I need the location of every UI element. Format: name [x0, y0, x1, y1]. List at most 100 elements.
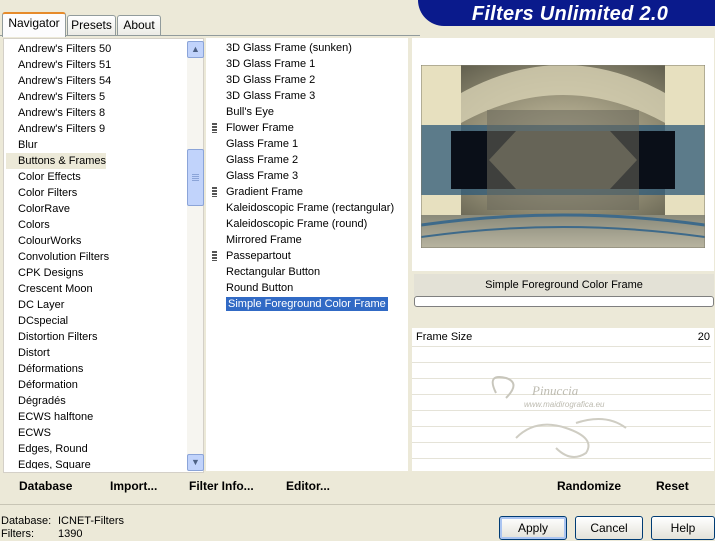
category-item[interactable]: Distort	[6, 345, 50, 361]
category-item[interactable]: CPK Designs	[6, 265, 83, 281]
category-scrollbar[interactable]: ▲ ▼	[187, 41, 204, 471]
category-item[interactable]: Colors	[6, 217, 50, 233]
category-item[interactable]: Edges, Round	[6, 441, 88, 457]
filter-item-label: 3D Glass Frame 1	[226, 58, 316, 70]
filters-count-label: Filters:	[1, 528, 34, 540]
cancel-button[interactable]: Cancel	[575, 516, 643, 540]
category-item[interactable]: Blur	[6, 137, 38, 153]
filter-item[interactable]: Round Button	[206, 280, 406, 296]
filter-item-label: 3D Glass Frame 3	[226, 90, 316, 102]
randomize-button[interactable]: Randomize	[557, 479, 621, 493]
preview-image	[421, 65, 705, 248]
filter-item-label: 3D Glass Frame (sunken)	[226, 42, 352, 54]
filter-item-label: Mirrored Frame	[226, 234, 302, 246]
category-item[interactable]: Andrew's Filters 9	[6, 121, 105, 137]
watermark-url: www.maidirografica.eu	[524, 400, 605, 409]
param-separator	[412, 346, 711, 347]
progress-bar	[414, 296, 714, 307]
category-item[interactable]: Andrew's Filters 8	[6, 105, 105, 121]
category-list: Andrew's Filters 50 Andrew's Filters 51 An…	[3, 38, 204, 473]
reset-button[interactable]: Reset	[656, 479, 689, 493]
right-button-bar: Randomize Reset	[412, 479, 714, 499]
category-item[interactable]: Buttons & Frames	[6, 153, 107, 169]
parameters-panel: Frame Size 20 Pinuccia www.maidirografic…	[412, 328, 714, 471]
category-item[interactable]: Andrew's Filters 51	[6, 57, 111, 73]
filter-item-label: Bull's Eye	[226, 106, 274, 118]
filter-item[interactable]: Glass Frame 2	[206, 152, 406, 168]
filter-item[interactable]: Mirrored Frame	[206, 232, 406, 248]
category-item[interactable]: ColourWorks	[6, 233, 81, 249]
preset-grip-icon	[212, 251, 217, 261]
filter-item-label: Flower Frame	[226, 122, 294, 134]
filter-item[interactable]: Simple Foreground Color Frame	[206, 296, 406, 312]
filter-item-label: Glass Frame 2	[226, 154, 299, 166]
param-value-frame-size[interactable]: 20	[652, 329, 710, 345]
filter-info-button[interactable]: Filter Info...	[189, 479, 254, 493]
database-button[interactable]: Database	[19, 479, 72, 493]
category-item[interactable]: Color Effects	[6, 169, 81, 185]
watermark-name: Pinuccia	[532, 383, 579, 398]
preset-grip-icon	[212, 123, 217, 133]
editor-button[interactable]: Editor...	[286, 479, 330, 493]
tab-about[interactable]: About	[117, 15, 161, 35]
filter-item[interactable]: 3D Glass Frame 3	[206, 88, 406, 104]
filter-list: 3D Glass Frame (sunken) 3D Glass Frame 1 3…	[206, 38, 408, 471]
filter-item-label: 3D Glass Frame 2	[226, 74, 316, 86]
filter-item-label: Passepartout	[226, 250, 291, 262]
category-item[interactable]: Andrew's Filters 54	[6, 73, 111, 89]
database-status-label: Database:	[1, 515, 52, 527]
thumb-grip-icon	[192, 174, 199, 181]
category-item[interactable]: Dégradés	[6, 393, 66, 409]
filter-item-label: Glass Frame 1	[226, 138, 299, 150]
scroll-up-icon[interactable]: ▲	[187, 41, 204, 58]
category-item[interactable]: Andrew's Filters 50	[6, 41, 111, 57]
import-button[interactable]: Import...	[110, 479, 157, 493]
filter-item[interactable]: Rectangular Button	[206, 264, 406, 280]
scroll-thumb[interactable]	[187, 149, 204, 206]
left-button-bar: Database Import... Filter Info... Editor…	[3, 479, 408, 499]
filter-item[interactable]: Kaleidoscopic Frame (round)	[206, 216, 406, 232]
filter-item-label: Glass Frame 3	[226, 170, 299, 182]
app-title: Filters Unlimited 2.0	[471, 3, 669, 25]
scroll-down-icon[interactable]: ▼	[187, 454, 204, 471]
filter-item[interactable]: Glass Frame 1	[206, 136, 406, 152]
filter-item[interactable]: Flower Frame	[206, 120, 406, 136]
tab-navigator[interactable]: Navigator	[2, 12, 66, 37]
category-item[interactable]: Distortion Filters	[6, 329, 97, 345]
category-item[interactable]: Crescent Moon	[6, 281, 93, 297]
filter-item-label: Kaleidoscopic Frame (round)	[226, 218, 368, 230]
help-button[interactable]: Help	[651, 516, 715, 540]
filter-item[interactable]: Glass Frame 3	[206, 168, 406, 184]
preset-grip-icon	[212, 187, 217, 197]
category-items: Andrew's Filters 50 Andrew's Filters 51 An…	[6, 41, 186, 469]
category-item[interactable]: Edges, Square	[6, 457, 91, 469]
apply-button[interactable]: Apply	[499, 516, 567, 540]
category-item[interactable]: DC Layer	[6, 297, 64, 313]
filter-item[interactable]: Passepartout	[206, 248, 406, 264]
tab-presets[interactable]: Presets	[67, 15, 116, 35]
filter-item[interactable]: Gradient Frame	[206, 184, 406, 200]
param-separator	[412, 362, 711, 363]
category-item[interactable]: Convolution Filters	[6, 249, 109, 265]
status-divider	[0, 504, 715, 505]
filter-item[interactable]: 3D Glass Frame (sunken)	[206, 40, 406, 56]
category-item[interactable]: DCspecial	[6, 313, 68, 329]
category-item[interactable]: ColorRave	[6, 201, 70, 217]
category-item[interactable]: Andrew's Filters 5	[6, 89, 105, 105]
category-item[interactable]: Déformations	[6, 361, 83, 377]
selected-filter-name: Simple Foreground Color Frame	[414, 274, 714, 296]
filter-item-label: Rectangular Button	[226, 266, 321, 278]
filter-item[interactable]: 3D Glass Frame 2	[206, 72, 406, 88]
filter-item-label: Kaleidoscopic Frame (rectangular)	[226, 202, 395, 214]
category-item[interactable]: ECWS	[6, 425, 51, 441]
category-item[interactable]: ECWS halftone	[6, 409, 93, 425]
filters-count-value: 1390	[58, 528, 83, 540]
filter-item-label: Gradient Frame	[226, 186, 304, 198]
filter-item[interactable]: Kaleidoscopic Frame (rectangular)	[206, 200, 406, 216]
filter-item[interactable]: 3D Glass Frame 1	[206, 56, 406, 72]
category-item[interactable]: Color Filters	[6, 185, 77, 201]
tab-strip: Navigator Presets About	[0, 0, 420, 37]
filter-item[interactable]: Bull's Eye	[206, 104, 406, 120]
category-item[interactable]: Déformation	[6, 377, 78, 393]
param-label-frame-size: Frame Size	[416, 331, 473, 343]
